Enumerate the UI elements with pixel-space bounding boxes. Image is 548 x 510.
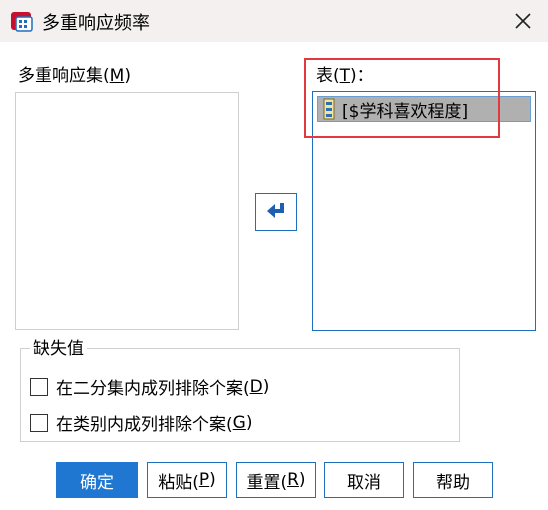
table-list-label: 表(T)： — [316, 66, 374, 86]
paste-button[interactable]: 粘贴(P) — [147, 462, 227, 498]
exclude-category-checkbox[interactable]: 在类别内成列排除个案(G) — [30, 410, 252, 435]
move-to-table-button[interactable] — [255, 193, 297, 231]
ok-button[interactable]: 确定 — [56, 462, 138, 498]
source-list-label: 多重响应集(M) — [18, 66, 131, 86]
list-item[interactable]: [$学科喜欢程度] — [317, 96, 531, 122]
title-bar: 多重响应频率 — [0, 0, 548, 42]
spss-dialog-icon — [11, 12, 33, 32]
reset-button[interactable]: 重置(R) — [236, 462, 316, 498]
missing-values-title: 缺失值 — [30, 338, 87, 360]
multiple-response-set-icon — [323, 98, 335, 120]
list-item-label: [$学科喜欢程度] — [342, 101, 469, 122]
window-title: 多重响应频率 — [42, 13, 150, 34]
checkbox-box[interactable] — [30, 413, 48, 432]
table-list[interactable]: [$学科喜欢程度] — [312, 91, 536, 331]
move-arrow-icon — [267, 203, 284, 218]
cancel-button[interactable]: 取消 — [324, 462, 404, 498]
help-button[interactable]: 帮助 — [413, 462, 493, 498]
exclude-dichotomy-checkbox[interactable]: 在二分集内成列排除个案(D) — [30, 374, 269, 399]
close-icon[interactable] — [510, 8, 536, 34]
checkbox-box[interactable] — [30, 377, 48, 396]
multiple-response-set-list[interactable] — [15, 92, 239, 330]
